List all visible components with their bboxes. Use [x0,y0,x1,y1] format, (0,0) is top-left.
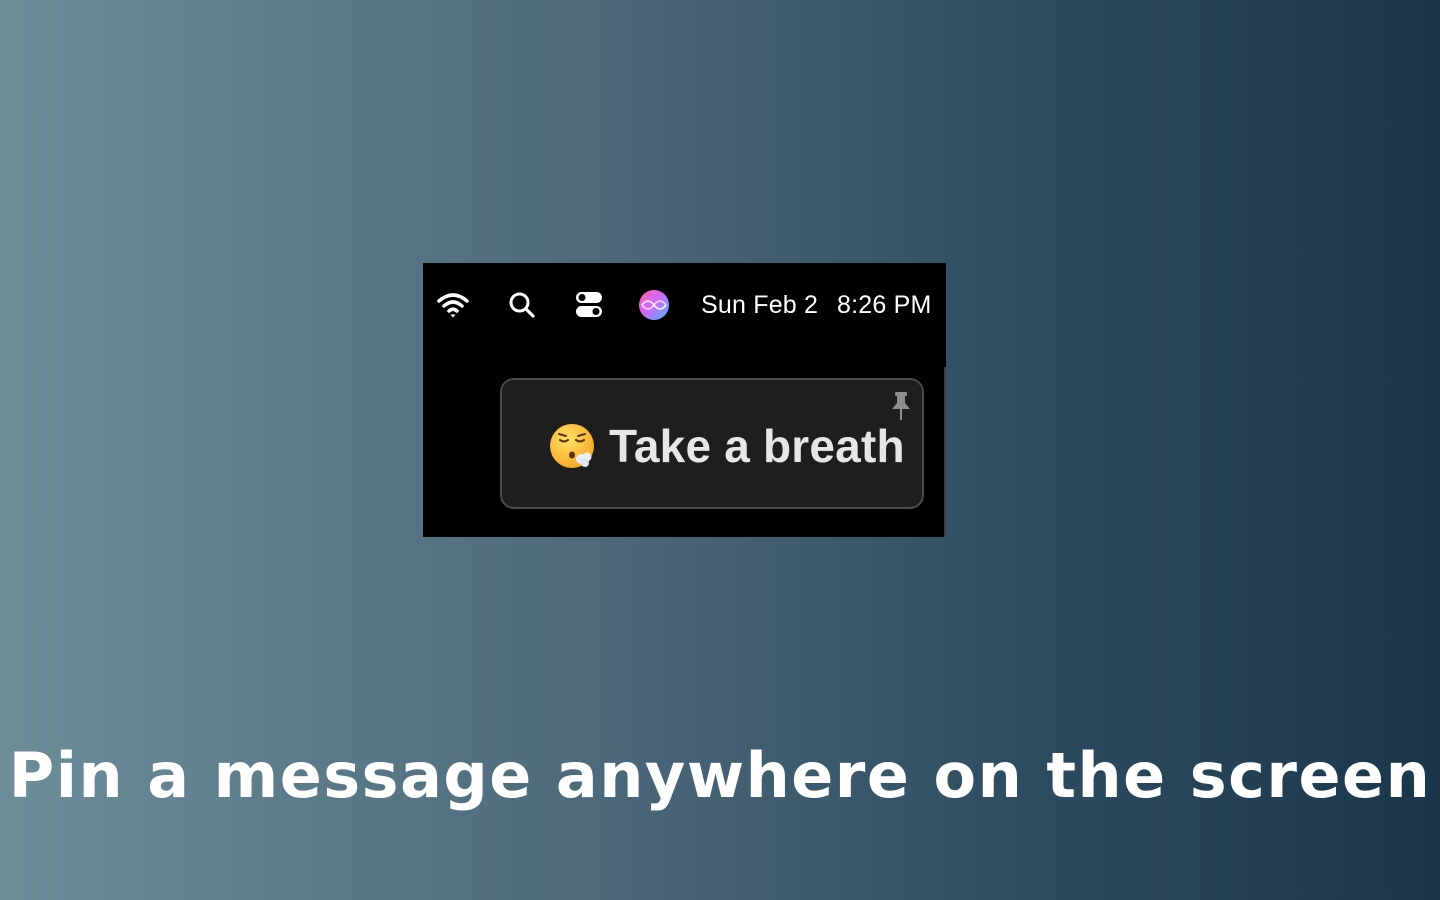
menubar-date[interactable]: Sun Feb 2 [701,289,818,321]
menu-bar: Sun Feb 2 8:26 PM [423,263,946,347]
pinned-message-text: Take a breath [609,420,905,472]
caption-title: Pin a message anywhere on the screen [8,739,1432,812]
exhaling-face-icon [548,422,596,470]
screen-crop: Sun Feb 2 8:26 PM Take a breath [423,263,946,537]
wifi-icon[interactable] [435,289,471,321]
menubar-time[interactable]: 8:26 PM [837,289,932,321]
siri-icon[interactable] [638,289,670,321]
control-center-icon[interactable] [573,289,605,321]
window-edge [944,367,946,537]
pinned-message-card[interactable]: Take a breath [500,378,924,509]
search-icon[interactable] [507,289,537,321]
